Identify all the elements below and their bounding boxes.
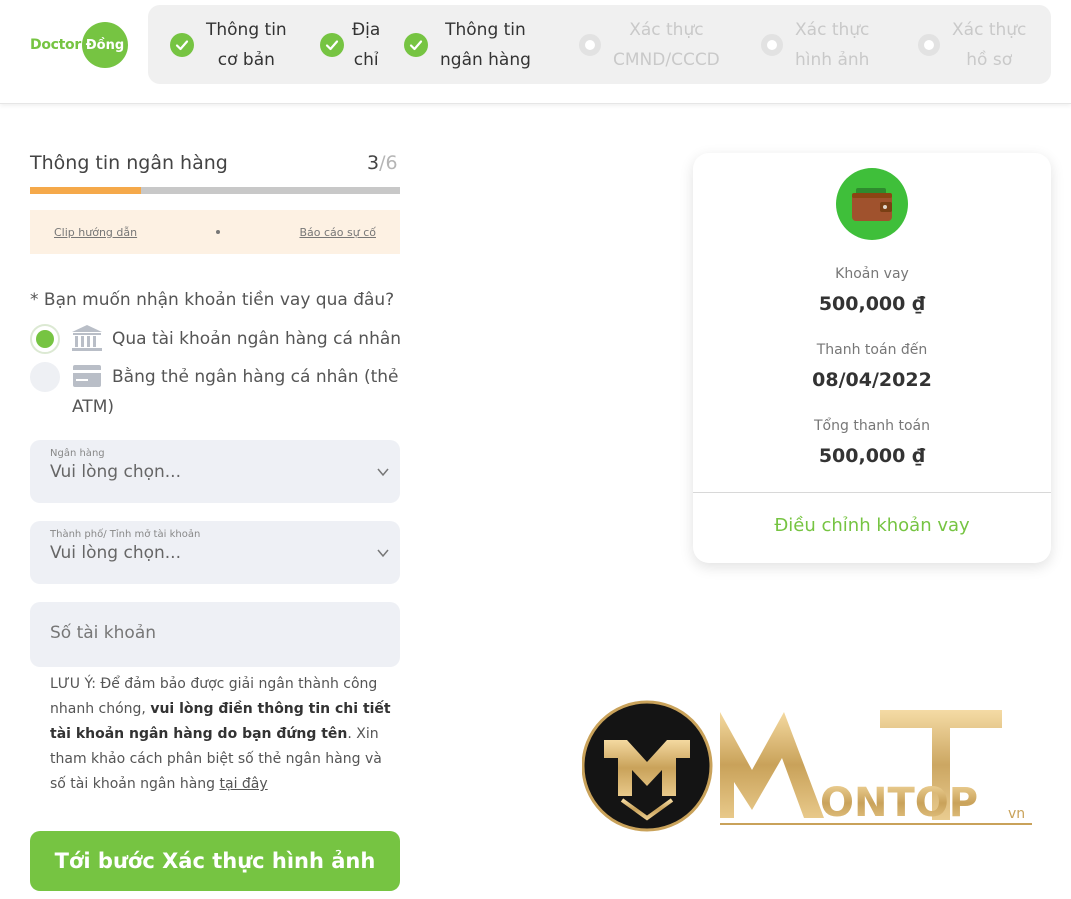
account-number-field[interactable]: Số tài khoản bbox=[30, 602, 400, 667]
header: Doctor Đồng Thông tin cơ bản Địa chỉ Thô… bbox=[0, 0, 1071, 104]
svg-text:ONTOP: ONTOP bbox=[820, 780, 978, 826]
wallet-icon bbox=[836, 168, 908, 240]
chevron-down-icon bbox=[377, 468, 389, 477]
bank-icon bbox=[71, 324, 103, 352]
step-basic-info[interactable]: Thông tin cơ bản bbox=[170, 5, 287, 84]
step-label: Xác thực hình ảnh bbox=[795, 19, 870, 70]
progress-fill bbox=[30, 187, 141, 194]
step-counter: 3/6 bbox=[367, 152, 398, 174]
step-photo-verify[interactable]: Xác thực hình ảnh bbox=[761, 5, 869, 84]
pending-circle-icon bbox=[761, 33, 783, 56]
step-id-verify[interactable]: Xác thực CMND/CCCD bbox=[579, 5, 720, 84]
payout-question: * Bạn muốn nhận khoản tiền vay qua đâu? bbox=[30, 290, 395, 310]
next-step-button[interactable]: Tới bước Xác thực hình ảnh bbox=[30, 831, 400, 891]
radio-bank-account[interactable] bbox=[30, 324, 60, 354]
option-label: Bằng thẻ ngân hàng cá nhân (thẻ ATM) bbox=[72, 367, 399, 417]
bank-select[interactable]: Ngân hàng Vui lòng chọn... bbox=[30, 440, 400, 503]
guide-video-link[interactable]: Clip hướng dẫn bbox=[54, 226, 137, 239]
guide-bar: Clip hướng dẫn Báo cáo sự cố bbox=[30, 210, 400, 254]
loan-amount-label: Khoản vay bbox=[835, 266, 909, 282]
loan-summary-card: Khoản vay 500,000 ₫ Thanh toán đến 08/04… bbox=[693, 153, 1051, 563]
note-here-link[interactable]: tại đây bbox=[220, 776, 268, 792]
due-date-value: 08/04/2022 bbox=[812, 369, 932, 391]
report-issue-link[interactable]: Báo cáo sự cố bbox=[299, 226, 376, 239]
field-label: Thành phố/ Tỉnh mở tài khoản bbox=[50, 529, 201, 540]
stepper: Thông tin cơ bản Địa chỉ Thông tin ngân hàn… bbox=[148, 5, 1051, 84]
separator-dot bbox=[216, 230, 221, 234]
pending-circle-icon bbox=[918, 33, 940, 56]
chevron-down-icon bbox=[377, 549, 389, 558]
check-icon bbox=[320, 32, 344, 57]
total-payment-label: Tổng thanh toán bbox=[814, 418, 930, 434]
watermark-logo: ONTOP vn bbox=[582, 700, 1032, 832]
step-label: Thông tin cơ bản bbox=[206, 19, 287, 70]
check-icon bbox=[404, 32, 428, 57]
card-divider bbox=[693, 492, 1051, 493]
section-title: Thông tin ngân hàng bbox=[30, 152, 228, 174]
progress-bar bbox=[30, 187, 400, 194]
field-label: Ngân hàng bbox=[50, 448, 105, 459]
logo-doctor-text: Doctor bbox=[30, 37, 81, 53]
step-bank-info[interactable]: Thông tin ngân hàng bbox=[404, 5, 531, 84]
svg-text:vn: vn bbox=[1008, 806, 1025, 822]
field-value: Vui lòng chọn... bbox=[50, 543, 181, 563]
radio-atm-card[interactable] bbox=[30, 362, 60, 392]
logo[interactable]: Doctor Đồng bbox=[30, 22, 128, 68]
field-value: Vui lòng chọn... bbox=[50, 462, 181, 482]
loan-amount-value: 500,000 ₫ bbox=[818, 293, 926, 315]
total-payment-value: 500,000 ₫ bbox=[818, 445, 926, 467]
step-label: Xác thực CMND/CCCD bbox=[613, 19, 720, 70]
account-number-placeholder: Số tài khoản bbox=[50, 623, 157, 643]
logo-dong-badge: Đồng bbox=[81, 22, 128, 68]
option-bank-account[interactable]: Qua tài khoản ngân hàng cá nhân bbox=[30, 324, 401, 354]
step-label: Xác thực hồ sơ bbox=[952, 19, 1027, 70]
bank-note: LƯU Ý: Để đảm bảo được giải ngân thành c… bbox=[50, 676, 391, 792]
step-profile-verify[interactable]: Xác thực hồ sơ bbox=[918, 5, 1026, 84]
city-select[interactable]: Thành phố/ Tỉnh mở tài khoản Vui lòng ch… bbox=[30, 521, 400, 584]
check-icon bbox=[170, 32, 194, 57]
step-address[interactable]: Địa chỉ bbox=[320, 5, 380, 84]
step-label: Địa chỉ bbox=[352, 19, 381, 70]
due-date-label: Thanh toán đến bbox=[816, 342, 928, 358]
adjust-loan-link[interactable]: Điều chỉnh khoản vay bbox=[693, 515, 1051, 536]
option-label: Qua tài khoản ngân hàng cá nhân bbox=[112, 329, 402, 349]
pending-circle-icon bbox=[579, 33, 601, 56]
step-label: Thông tin ngân hàng bbox=[440, 19, 531, 70]
